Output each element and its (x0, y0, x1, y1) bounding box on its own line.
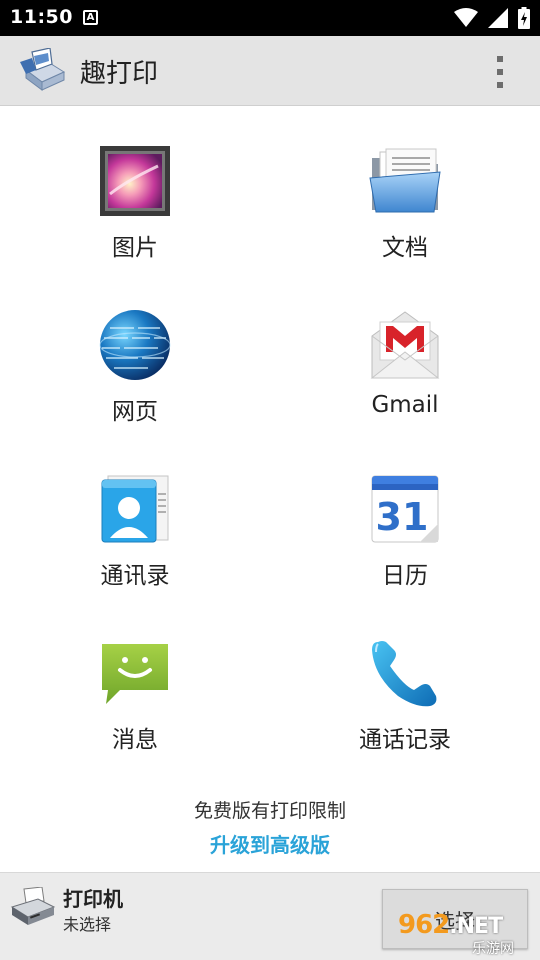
tile-label: 通话记录 (359, 727, 451, 753)
printer-status: 未选择 (63, 915, 112, 934)
free-version-notice: 免费版有打印限制 升级到高级版 (0, 796, 540, 858)
tile-gmail[interactable]: Gmail (270, 272, 540, 436)
folder-documents-icon (369, 148, 441, 213)
tile-call-log[interactable]: 通话记录 (270, 600, 540, 764)
notification-icon: A (83, 10, 98, 25)
printer-logo-icon (20, 48, 66, 91)
tile-label: 图片 (112, 235, 158, 261)
tile-web[interactable]: 网页 (0, 272, 270, 436)
tile-label: 文档 (382, 235, 428, 261)
watermark-subtitle: 乐游网 (472, 941, 514, 957)
tile-label: 网页 (112, 399, 158, 425)
tile-label: 消息 (112, 727, 158, 753)
tile-label: Gmail (371, 392, 439, 418)
message-icon (102, 644, 168, 704)
printer-title: 打印机 (63, 887, 123, 911)
status-bar: 11:50 A (0, 0, 540, 36)
contacts-icon (101, 475, 169, 543)
battery-charging-icon (518, 7, 530, 29)
gmail-icon (370, 311, 440, 379)
tile-calendar[interactable]: 31 日历 (270, 436, 540, 600)
upgrade-link[interactable]: 升级到高级版 (0, 829, 540, 858)
gallery-icon (100, 146, 170, 216)
phone-icon (372, 641, 437, 707)
overflow-menu-icon[interactable] (490, 56, 510, 88)
tile-label: 通讯录 (100, 563, 170, 589)
tile-gallery[interactable]: 图片 (0, 108, 270, 272)
status-icons (454, 7, 530, 29)
site-watermark: 962.NET 乐游网 (398, 910, 540, 960)
notice-text: 免费版有打印限制 (193, 800, 346, 822)
tile-messages[interactable]: 消息 (0, 600, 270, 764)
calendar-day: 31 (376, 495, 429, 539)
globe-icon (99, 310, 171, 380)
print-source-grid: 图片 文档 网页 Gmail 通讯录 31 日历 消息 通话记录 (0, 108, 540, 764)
app-title: 趣打印 (80, 59, 159, 89)
tile-documents[interactable]: 文档 (270, 108, 540, 272)
tile-contacts[interactable]: 通讯录 (0, 436, 270, 600)
printer-icon (10, 887, 56, 925)
watermark-logo: 962.NET (398, 910, 503, 940)
status-time: 11:50 (10, 6, 73, 28)
calendar-icon: 31 (371, 475, 439, 543)
tile-label: 日历 (382, 563, 428, 589)
signal-icon (488, 8, 508, 28)
wifi-icon (454, 8, 478, 27)
app-bar: 趣打印 (0, 36, 540, 106)
